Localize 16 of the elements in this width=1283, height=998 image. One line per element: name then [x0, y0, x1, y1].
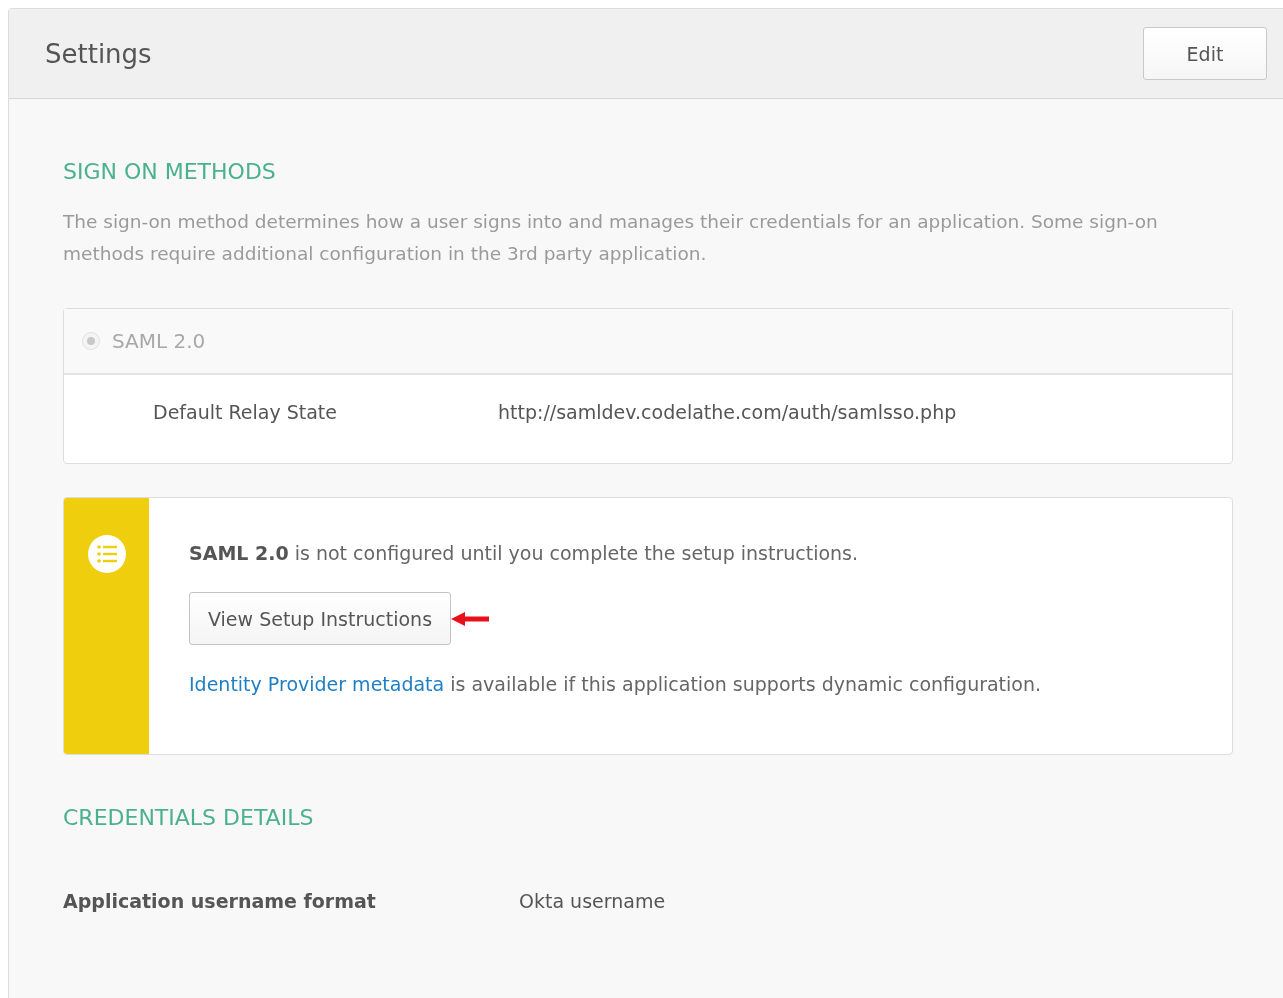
field-value: http://samldev.codelathe.com/auth/samlsso.php [498, 401, 957, 423]
metadata-sentence: Identity Provider metadata is available if this application supports dynamic configuration. [189, 673, 1042, 695]
field-value: Okta username [519, 890, 666, 912]
edit-button[interactable]: Edit [1143, 27, 1267, 80]
arrow-icon [451, 610, 492, 627]
section-heading: CREDENTIALS DETAILS [63, 805, 315, 830]
panel-title: Settings [45, 38, 152, 69]
metadata-link[interactable]: Identity Provider metadata [189, 673, 445, 695]
field-label: Default Relay State [153, 401, 338, 423]
section-heading: SIGN ON METHODS [63, 159, 277, 184]
list-icon [87, 535, 126, 573]
field-label: Application username format [63, 890, 377, 912]
notice-message: SAML 2.0 is not configured until you complete the setup instructions. [189, 542, 860, 564]
section-description: The sign-on method determines how a user signs into and manages their credentials for an application. Some sign-on methods require additional configuration in the 3rd party application. [63, 210, 1159, 266]
method-label: SAML 2.0 [112, 329, 206, 353]
setup-instructions-button[interactable]: View Setup Instructions [189, 592, 452, 645]
